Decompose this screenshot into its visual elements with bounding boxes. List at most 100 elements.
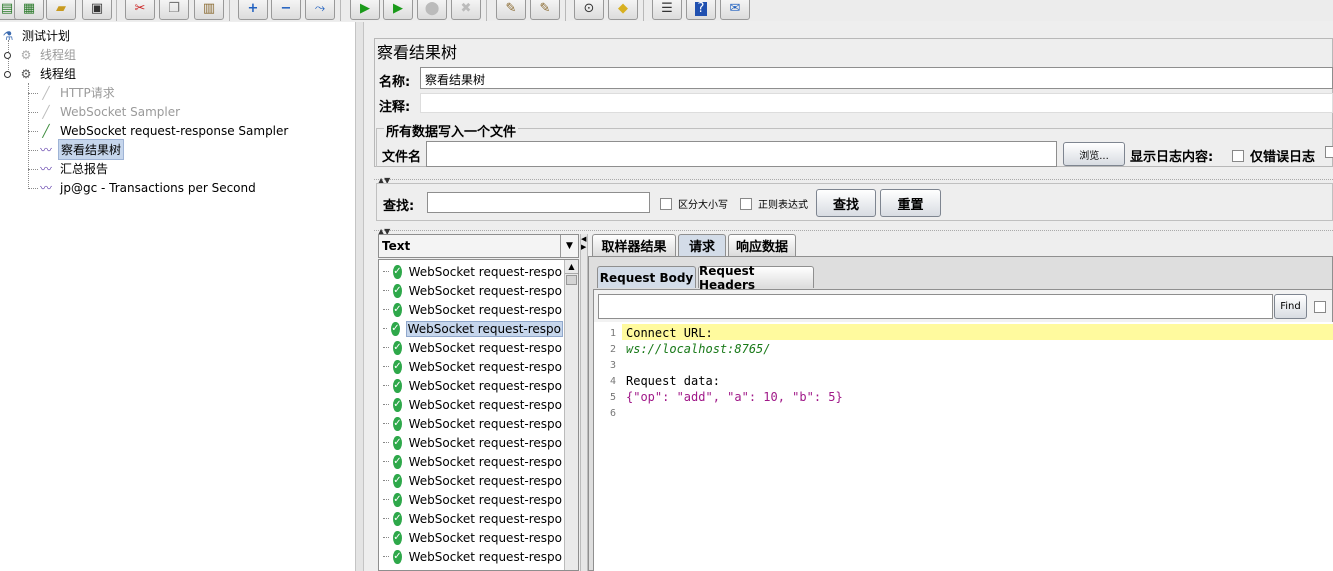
browse-button[interactable]: 浏览... — [1063, 142, 1125, 166]
search-input[interactable] — [427, 192, 650, 213]
open-icon[interactable]: ▰ — [46, 0, 76, 20]
reset-search-icon[interactable]: ◆ — [608, 0, 638, 20]
tree-item-thread-group[interactable]: ⚙ 线程组 — [18, 45, 78, 64]
stop-icon[interactable]: ⬤ — [417, 0, 447, 20]
result-item[interactable]: ✓ WebSocket request-respo — [383, 433, 563, 452]
tree-item-summary-report[interactable]: 〰 汇总报告 — [38, 159, 110, 178]
body-search-input[interactable] — [598, 294, 1273, 319]
result-item[interactable]: ✓ WebSocket request-respo — [383, 262, 563, 281]
result-item[interactable]: ✓ WebSocket request-respo — [383, 376, 563, 395]
chevron-down-icon[interactable]: ▼ — [560, 235, 578, 257]
help-icon[interactable]: ? — [686, 0, 716, 20]
save-icon[interactable]: ▣ — [82, 0, 112, 20]
errors-only-checkbox[interactable]: 仅错误日志 — [1232, 146, 1315, 165]
tab-main-2[interactable]: 响应数据 — [728, 234, 796, 256]
success-shield-icon: ✓ — [393, 359, 402, 374]
tab-main-0[interactable]: 取样器结果 — [592, 234, 676, 256]
expand-icon[interactable]: + — [238, 0, 268, 20]
collapse-bar[interactable]: ▲▼ — [374, 223, 1333, 236]
toggle-icon[interactable]: ⤳ — [305, 0, 335, 20]
result-item[interactable]: ✓ WebSocket request-respo — [383, 414, 563, 433]
tab-sub-0[interactable]: Request Body — [597, 266, 696, 288]
code-line: Connect URL: — [626, 326, 713, 340]
log-content-label: 显示日志内容: — [1130, 150, 1214, 165]
tree-item-view-results-tree[interactable]: 〰 察看结果树 — [38, 139, 125, 160]
line-number: 3 — [609, 360, 616, 371]
result-item[interactable]: ✓ WebSocket request-respo — [383, 452, 563, 471]
result-item[interactable]: ✓ WebSocket request-respo — [383, 300, 563, 319]
paste-icon[interactable]: ▥ — [194, 0, 224, 20]
tree-item-tps[interactable]: 〰 jp@gc - Transactions per Second — [38, 178, 258, 197]
result-item[interactable]: ✓ WebSocket request-respo — [383, 395, 563, 414]
collapse-icon[interactable]: − — [271, 0, 301, 20]
success-only-checkbox[interactable] — [1325, 146, 1333, 158]
code-editor[interactable] — [594, 322, 1333, 571]
success-shield-icon: ✓ — [393, 549, 402, 564]
results-splitter[interactable]: ◀ ▶ — [580, 234, 588, 571]
tree-connector — [383, 385, 390, 386]
function-helper-icon[interactable]: ☰ — [652, 0, 682, 20]
results-scrollbar[interactable]: ▲ — [564, 260, 578, 570]
cut-icon[interactable]: ✂ — [125, 0, 155, 20]
shutdown-icon[interactable]: ✖ — [451, 0, 481, 20]
code-line: ws://localhost:8765/ — [626, 342, 771, 356]
tree-item-websocket-rr-sampler[interactable]: ╱ WebSocket request-response Sampler — [38, 121, 290, 140]
comment-field[interactable] — [420, 93, 1333, 113]
clear-all-icon[interactable]: ✎ — [530, 0, 560, 20]
line-number: 1 — [609, 328, 616, 339]
tree-item-test-plan[interactable]: ⚗ 测试计划 — [0, 26, 72, 45]
result-item[interactable]: ✓ WebSocket request-respo — [383, 281, 563, 300]
templates-icon[interactable]: ▦ — [14, 0, 44, 20]
start-no-pause-icon[interactable]: ▶ — [383, 0, 413, 20]
tab-main-1[interactable]: 请求 — [678, 234, 726, 256]
scroll-up-icon[interactable]: ▲ — [565, 260, 578, 274]
result-item[interactable]: ✓ WebSocket request-respo — [383, 357, 563, 376]
remote-icon[interactable]: ✉ — [720, 0, 750, 20]
results-list: ✓ WebSocket request-respo ✓ WebSocket reque… — [378, 259, 579, 571]
start-icon[interactable]: ▶ — [350, 0, 380, 20]
tree-connector — [383, 347, 390, 348]
case-sensitive-checkbox[interactable]: 区分大小写 — [660, 196, 728, 211]
collapse-bar[interactable]: ▲▼ — [374, 172, 1333, 185]
search-icon[interactable]: ⊙ — [574, 0, 604, 20]
regex-checkbox[interactable]: 正则表达式 — [740, 196, 808, 211]
tree-connector — [383, 328, 388, 329]
success-shield-icon: ✓ — [393, 340, 402, 355]
search-label: 查找: — [383, 199, 415, 214]
tree-connector — [383, 423, 390, 424]
success-shield-icon: ✓ — [393, 416, 402, 431]
tree-item-thread-group[interactable]: ⚙ 线程组 — [18, 64, 78, 83]
name-label: 名称: — [379, 75, 411, 90]
reset-button[interactable]: 重置 — [880, 189, 941, 217]
result-item[interactable]: ✓ WebSocket request-respo — [383, 509, 563, 528]
result-item[interactable]: ✓ WebSocket request-respo — [383, 319, 563, 338]
test-plan-tree: ⚗ 测试计划 ⚙ 线程组 ⚙ 线程组 ╱ HTTP请求 ╱ WebSocket … — [0, 22, 355, 571]
renderer-select[interactable]: Text ▼ — [378, 234, 579, 258]
clear-icon[interactable]: ✎ — [496, 0, 526, 20]
filename-field[interactable] — [426, 141, 1057, 167]
tree-item-websocket-sampler[interactable]: ╱ WebSocket Sampler — [38, 102, 182, 121]
code-line: {"op": "add", "a": 10, "b": 5} — [626, 390, 843, 404]
expand-handle[interactable] — [4, 52, 11, 59]
result-item[interactable]: ✓ WebSocket request-respo — [383, 338, 563, 357]
expand-handle[interactable] — [4, 71, 11, 78]
line-number: 5 — [609, 392, 616, 403]
result-item[interactable]: ✓ WebSocket request-respo — [383, 471, 563, 490]
result-item[interactable]: ✓ WebSocket request-respo — [383, 490, 563, 509]
find-button[interactable]: 查找 — [816, 189, 876, 217]
body-search-option-checkbox[interactable] — [1314, 301, 1332, 313]
tab-sub-1[interactable]: Request Headers — [698, 264, 814, 292]
result-item[interactable]: ✓ WebSocket request-respo — [383, 528, 563, 547]
listener-icon: 〰 — [39, 180, 52, 195]
sampler-icon: ╱ — [42, 123, 50, 138]
name-field[interactable]: 察看结果树 — [420, 67, 1333, 89]
success-shield-icon: ✓ — [393, 454, 402, 469]
tree-connector — [383, 480, 390, 481]
result-item[interactable]: ✓ WebSocket request-respo — [383, 547, 563, 566]
tree-connector — [383, 366, 390, 367]
pane-splitter[interactable] — [355, 22, 364, 571]
tree-item-http-request[interactable]: ╱ HTTP请求 — [38, 83, 117, 102]
copy-icon[interactable]: ❐ — [159, 0, 189, 20]
body-find-button[interactable]: Find — [1274, 294, 1307, 319]
tree-connector — [383, 404, 390, 405]
